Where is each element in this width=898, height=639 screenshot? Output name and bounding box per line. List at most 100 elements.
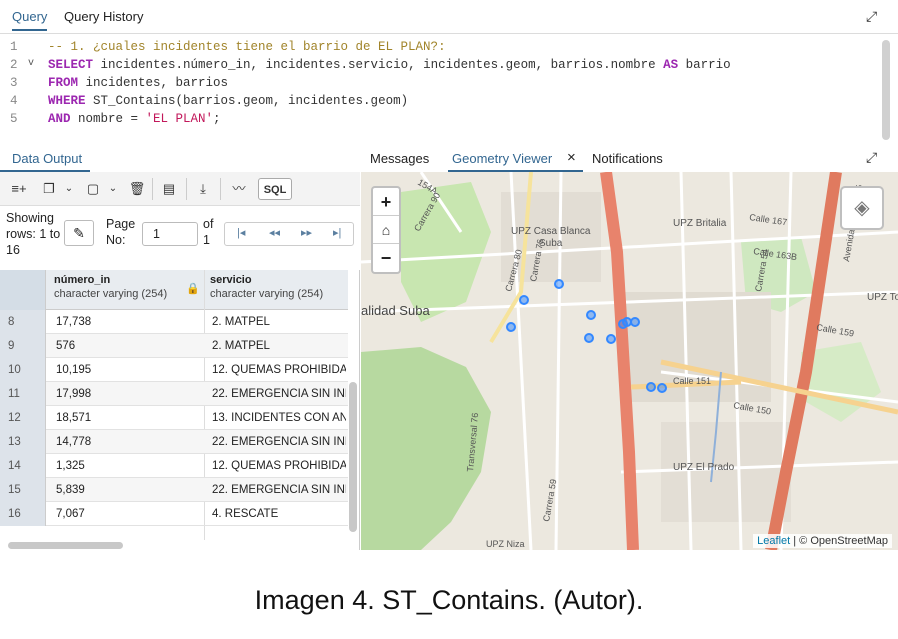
cell-numero[interactable]: 17,738 <box>56 310 91 334</box>
cell-numero[interactable]: 18,571 <box>56 406 91 430</box>
tab-notifications[interactable]: Notifications <box>592 151 663 166</box>
table-row[interactable]: 15 5,839 22. EMERGENCIA SIN INFO <box>0 478 348 502</box>
paste-icon[interactable]: ▢ <box>82 178 104 200</box>
page-navigation: |◂ ◂◂ ▸▸ ▸| <box>224 222 354 246</box>
row-number[interactable]: 11 <box>0 382 46 406</box>
tab-query-history[interactable]: Query History <box>64 9 143 24</box>
row-number[interactable]: 16 <box>0 502 46 526</box>
line-number: 3 <box>10 76 18 90</box>
fold-icon[interactable]: v <box>28 58 34 69</box>
cell-servicio[interactable]: 13. INCIDENTES CON AN <box>212 406 346 430</box>
add-row-icon[interactable]: ≡+ <box>6 178 32 200</box>
output-tabs-bar: Data Output Messages Geometry Viewer × N… <box>0 144 898 172</box>
paste-dropdown-icon[interactable]: ⌄ <box>106 178 120 200</box>
showing-rows-text: Showing rows: 1 to 16 <box>6 211 61 257</box>
zoom-out-button[interactable]: − <box>373 244 399 272</box>
grid-horizontal-scrollbar[interactable] <box>8 542 123 549</box>
incident-point[interactable] <box>586 310 596 320</box>
incident-points-layer[interactable] <box>361 172 898 550</box>
delete-icon[interactable]: 🗑 <box>126 178 148 200</box>
expand-icon[interactable]: ⤢ <box>866 8 877 25</box>
table-row[interactable]: 9 576 2. MATPEL <box>0 334 348 358</box>
incident-point[interactable] <box>554 279 564 289</box>
data-output-panel: ≡+ ❐ ⌄ ▢ ⌄ 🗑 ▤ ⤓ 〰 SQL Showing rows: 1 t… <box>0 172 360 550</box>
code-line[interactable]: 1 -- 1. ¿cuales incidentes tiene el barri… <box>0 40 880 58</box>
cell-servicio[interactable]: 12. QUEMAS PROHIBIDAS <box>212 454 346 478</box>
code-line[interactable]: 4 WHERE ST_Contains(barrios.geom, inciden… <box>0 94 880 112</box>
layers-icon[interactable]: ◈ <box>840 186 884 230</box>
table-row[interactable]: 12 18,571 13. INCIDENTES CON AN <box>0 406 348 430</box>
sql-editor[interactable]: 1 -- 1. ¿cuales incidentes tiene el barri… <box>0 34 898 144</box>
cell-numero[interactable]: 14,778 <box>56 430 91 454</box>
incident-point[interactable] <box>657 383 667 393</box>
cell-numero[interactable]: 576 <box>56 334 75 358</box>
code-line[interactable]: 3 FROM incidentes, barrios <box>0 76 880 94</box>
cell-numero[interactable]: 1,325 <box>56 454 85 478</box>
row-number[interactable]: 8 <box>0 310 46 334</box>
cell-numero[interactable]: 5,839 <box>56 478 85 502</box>
cell-servicio[interactable]: 4. RESCATE <box>212 502 346 526</box>
line-number: 5 <box>10 112 18 126</box>
incident-point[interactable] <box>630 317 640 327</box>
incident-point[interactable] <box>646 382 656 392</box>
last-page-icon[interactable]: ▸| <box>333 226 341 239</box>
cell-numero[interactable]: 17,998 <box>56 382 91 406</box>
cell-servicio[interactable]: 22. EMERGENCIA SIN INFO <box>212 430 346 454</box>
prev-page-icon[interactable]: ◂◂ <box>269 226 280 239</box>
table-row[interactable]: 11 17,998 22. EMERGENCIA SIN INFO <box>0 382 348 406</box>
next-page-icon[interactable]: ▸▸ <box>301 226 312 239</box>
cell-numero[interactable]: 10,195 <box>56 358 91 382</box>
select-all-cell[interactable] <box>0 270 46 310</box>
incident-point[interactable] <box>506 322 516 332</box>
first-page-icon[interactable]: |◂ <box>237 226 245 239</box>
close-icon[interactable]: × <box>567 149 576 166</box>
cell-servicio[interactable]: 22. EMERGENCIA SIN INFO <box>212 478 346 502</box>
table-row[interactable]: 13 14,778 22. EMERGENCIA SIN INFO <box>0 430 348 454</box>
osm-attribution-link[interactable]: | © OpenStreetMap <box>793 535 888 547</box>
cell-servicio[interactable]: 2. MATPEL <box>212 334 346 358</box>
row-number[interactable]: 10 <box>0 358 46 382</box>
grid-vertical-scrollbar[interactable] <box>349 382 357 532</box>
incident-point[interactable] <box>622 317 632 327</box>
column-header-servicio[interactable]: servicio character varying (254) <box>210 273 323 301</box>
incident-point[interactable] <box>519 295 529 305</box>
column-header-numero[interactable]: número_in character varying (254) <box>54 273 167 301</box>
cell-servicio[interactable]: 22. EMERGENCIA SIN INFO <box>212 382 346 406</box>
tab-query[interactable]: Query <box>12 9 48 31</box>
geometry-map[interactable]: UPZ Casa Blanca Suba UPZ Britalia Calle … <box>361 172 898 550</box>
table-row[interactable]: 8 17,738 2. MATPEL <box>0 310 348 334</box>
tab-geometry-viewer[interactable]: Geometry Viewer <box>452 151 552 166</box>
code-line[interactable]: 2 v SELECT incidentes.número_in, incidente… <box>0 58 880 76</box>
copy-icon[interactable]: ❐ <box>38 178 60 200</box>
cell-numero[interactable]: 7,067 <box>56 502 85 526</box>
download-icon[interactable]: ⤓ <box>192 178 214 200</box>
incident-point[interactable] <box>606 334 616 344</box>
map-attribution: Leaflet | © OpenStreetMap <box>753 534 892 548</box>
cell-servicio[interactable]: 2. MATPEL <box>212 310 346 334</box>
sql-button[interactable]: SQL <box>258 178 292 200</box>
graph-visualiser-icon[interactable]: 〰 <box>226 178 252 200</box>
incident-point[interactable] <box>584 333 594 343</box>
edit-icon[interactable]: ✎ <box>64 220 94 246</box>
tab-data-output[interactable]: Data Output <box>12 151 82 166</box>
row-number[interactable]: 15 <box>0 478 46 502</box>
table-row[interactable]: 16 7,067 4. RESCATE <box>0 502 348 526</box>
tab-messages[interactable]: Messages <box>370 151 429 166</box>
table-row[interactable]: 10 10,195 12. QUEMAS PROHIBIDAS <box>0 358 348 382</box>
row-number[interactable]: 13 <box>0 430 46 454</box>
row-number[interactable]: 12 <box>0 406 46 430</box>
expand-panel-icon[interactable]: ⤢ <box>866 149 877 166</box>
editor-scrollbar[interactable] <box>882 40 890 140</box>
grid-header: número_in character varying (254) 🔒 serv… <box>0 270 348 310</box>
table-row[interactable]: 14 1,325 12. QUEMAS PROHIBIDAS <box>0 454 348 478</box>
zoom-in-button[interactable]: + <box>373 188 399 216</box>
row-number[interactable]: 14 <box>0 454 46 478</box>
code-line[interactable]: 5 AND nombre = 'EL PLAN'; <box>0 112 880 130</box>
home-icon[interactable]: ⌂ <box>373 216 399 244</box>
page-number-input[interactable]: 1 <box>142 222 198 246</box>
row-number[interactable]: 9 <box>0 334 46 358</box>
cell-servicio[interactable]: 12. QUEMAS PROHIBIDAS <box>212 358 346 382</box>
leaflet-link[interactable]: Leaflet <box>757 535 790 547</box>
save-data-icon[interactable]: ▤ <box>158 178 180 200</box>
copy-dropdown-icon[interactable]: ⌄ <box>62 178 76 200</box>
